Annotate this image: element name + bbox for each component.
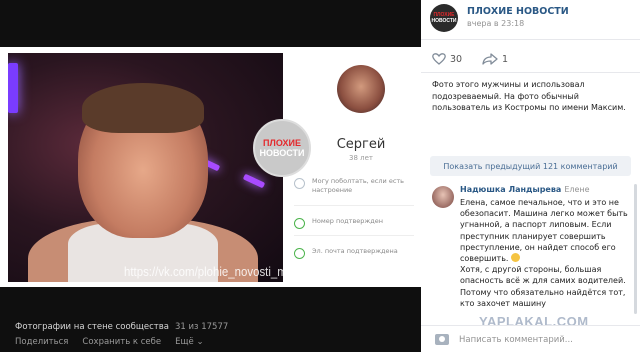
card-divider xyxy=(294,205,414,206)
publisher-avatar[interactable]: ПЛОХИЕ НОВОСТИ xyxy=(430,4,458,32)
profile-status-row: Могу поболтать, если есть настроение xyxy=(294,177,420,195)
like-button[interactable]: 30 xyxy=(432,53,462,65)
card-divider xyxy=(294,235,414,236)
like-count: 30 xyxy=(450,53,463,65)
show-previous-comments-button[interactable]: Показать предыдущий 121 комментарий xyxy=(430,156,631,176)
check-icon xyxy=(294,218,305,229)
comment-header: Надюшка Ландырева Елене xyxy=(460,185,590,194)
comment-input[interactable] xyxy=(459,331,629,348)
post-time[interactable]: вчера в 23:18 xyxy=(467,19,524,28)
comment-author[interactable]: Надюшка Ландырева xyxy=(460,185,561,194)
post-description: Фото этого мужчины и использовал подозре… xyxy=(432,80,626,112)
profile-name: Сергей xyxy=(336,137,386,152)
comment-input-bar xyxy=(421,325,640,352)
comments-scrollbar[interactable] xyxy=(634,184,637,314)
profile-phone-text: Номер подтвержден xyxy=(312,217,384,225)
photo-counter: 31 из 17577 xyxy=(174,322,229,332)
commenter-avatar[interactable] xyxy=(432,186,454,208)
camera-icon[interactable] xyxy=(435,334,449,345)
heart-icon xyxy=(432,53,446,65)
photo-caption: Фотографии на стене сообщества 31 из 1757… xyxy=(15,322,228,332)
profile-phone-row: Номер подтвержден xyxy=(294,217,420,229)
comment-text-part: Хотя, с другой стороны, большая опасност… xyxy=(460,265,626,308)
profile-status-text: Могу поболтать, если есть настроение xyxy=(312,177,405,194)
profile-card: Сергей 38 лет Могу поболтать, если есть … xyxy=(288,53,418,282)
check-icon xyxy=(294,248,305,259)
comment-reply-to[interactable]: Елене xyxy=(564,185,589,194)
neon-light xyxy=(8,63,18,113)
photo-actions: Поделиться Сохранить к себе Ещё ⌄ xyxy=(15,337,204,347)
share-button[interactable]: 1 xyxy=(482,53,508,65)
album-link[interactable]: Фотографии на стене сообщества xyxy=(15,322,169,332)
smile-emoji-icon xyxy=(511,253,520,263)
photo-viewer: https://vk.com/plohie_novosti_mc ПЛОХИЕ … xyxy=(0,0,421,352)
chat-icon xyxy=(294,178,305,189)
neon-light xyxy=(242,173,266,189)
share-count: 1 xyxy=(502,53,509,65)
more-button[interactable]: Ещё ⌄ xyxy=(175,337,203,347)
photo-url-watermark: https://vk.com/plohie_novosti_mc xyxy=(124,264,283,279)
logo-word-2: НОВОСТИ xyxy=(431,18,457,24)
share-photo-button[interactable]: Поделиться xyxy=(15,337,68,347)
divider xyxy=(421,39,640,40)
publisher-name[interactable]: ПЛОХИЕ НОВОСТИ xyxy=(467,6,569,17)
divider xyxy=(421,72,640,73)
profile-age: 38 лет xyxy=(349,154,373,162)
profile-avatar xyxy=(337,65,385,113)
main-photo[interactable]: https://vk.com/plohie_novosti_mc xyxy=(8,53,283,282)
comment-text: Елена, самое печальное, что и это не обе… xyxy=(460,197,632,309)
photo-hair xyxy=(82,83,204,133)
comment-text-part: Елена, самое печальное, что и это не обе… xyxy=(460,198,628,264)
profile-email-row: Эл. почта подтверждена xyxy=(294,247,420,259)
save-photo-button[interactable]: Сохранить к себе xyxy=(82,337,161,347)
share-arrow-icon xyxy=(482,53,498,65)
photo-strip: https://vk.com/plohie_novosti_mc ПЛОХИЕ … xyxy=(0,47,421,287)
post-panel: ПЛОХИЕ НОВОСТИ ПЛОХИЕ НОВОСТИ вчера в 23… xyxy=(421,0,640,352)
profile-email-text: Эл. почта подтверждена xyxy=(312,247,398,255)
